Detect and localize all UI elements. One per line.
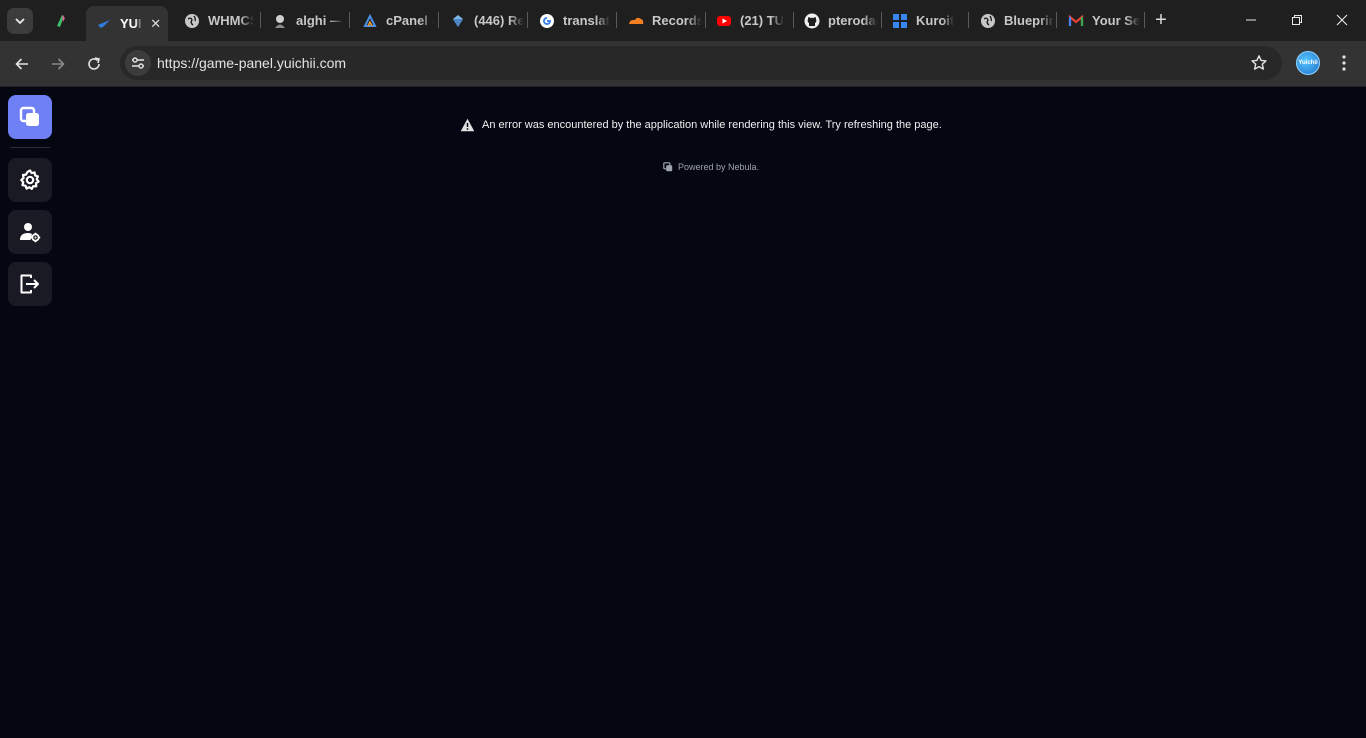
browser-toolbar: https://game-panel.yuichii.com Yuichii — [0, 41, 1366, 87]
tab-separator — [1056, 12, 1057, 28]
url-text[interactable]: https://game-panel.yuichii.com — [157, 55, 346, 71]
tab-separator — [968, 12, 969, 28]
forward-button[interactable] — [44, 50, 72, 78]
minimize-button[interactable] — [1238, 8, 1264, 32]
tab-youtube[interactable]: (21) TU — [706, 6, 790, 35]
error-message: An error was encountered by the applicat… — [482, 119, 942, 131]
tab-title: cPanel - — [386, 13, 434, 28]
pinned-favicon-icon — [57, 15, 65, 27]
tab-title: Kuroit — [916, 13, 955, 28]
tab-cpanel[interactable]: cPanel - — [352, 6, 434, 35]
tab-records[interactable]: Records — [618, 6, 702, 35]
browser-menu-button[interactable] — [1333, 51, 1355, 75]
kuroit-icon — [892, 13, 908, 29]
arrow-left-icon — [15, 58, 28, 70]
close-icon[interactable]: ✕ — [148, 16, 164, 32]
tab-blueprint[interactable]: Blueprin — [970, 6, 1054, 35]
close-icon — [1336, 14, 1348, 26]
nebula-logo-icon — [663, 162, 673, 172]
layers-icon — [19, 106, 39, 126]
globe-icon — [184, 13, 200, 29]
sidebar-item-settings[interactable] — [8, 158, 52, 202]
arrow-right-icon — [52, 58, 65, 70]
youtube-icon — [716, 13, 732, 29]
profile-label: Yuichii — [1298, 60, 1318, 66]
tab-title: alghi — — [296, 13, 343, 28]
tab-separator — [438, 12, 439, 28]
minimize-icon — [1246, 19, 1256, 21]
page-content: An error was encountered by the applicat… — [0, 87, 1366, 738]
tab-title: (446) Re — [474, 13, 524, 28]
gmail-icon — [1068, 13, 1084, 29]
tab-title: pterodac — [828, 13, 878, 28]
more-vertical-icon — [1342, 55, 1346, 71]
globe-icon — [980, 13, 996, 29]
cpanel-icon — [362, 13, 378, 29]
restore-button[interactable] — [1284, 8, 1310, 32]
gem-icon — [450, 13, 466, 29]
tab-gmail[interactable]: Your Se — [1058, 6, 1142, 35]
logout-icon — [20, 274, 39, 294]
profile-avatar[interactable]: Yuichii — [1296, 51, 1320, 75]
tab-title: translat — [563, 13, 610, 28]
tab-title: YUI — [120, 16, 142, 31]
sidebar-item-account[interactable] — [8, 210, 52, 254]
gear-icon — [20, 169, 40, 190]
tab-separator — [349, 12, 350, 28]
tab-446[interactable]: (446) Re — [440, 6, 524, 35]
tab-title: Records — [652, 13, 702, 28]
cloudflare-icon — [628, 13, 644, 29]
sidebar-item-home[interactable] — [8, 95, 52, 139]
close-window-button[interactable] — [1329, 8, 1355, 32]
reload-button[interactable] — [80, 50, 108, 78]
github-icon — [804, 13, 820, 29]
user-cog-icon — [20, 223, 41, 243]
tab-title: (21) TU — [740, 13, 785, 28]
footer-powered-by: Powered by Nebula. — [663, 162, 759, 172]
avatar-icon — [272, 13, 288, 29]
tab-title: Blueprin — [1004, 13, 1054, 28]
google-icon — [539, 13, 555, 29]
tab-translate[interactable]: translat — [529, 6, 613, 35]
tab-separator — [260, 12, 261, 28]
tab-strip: YUI ✕ WHMCS alghi — cPanel - (446) Re tr… — [0, 0, 1366, 41]
pinned-tab[interactable] — [46, 7, 76, 35]
tab-pterodactyl[interactable]: pterodac — [794, 6, 878, 35]
powered-by-text[interactable]: Powered by Nebula. — [678, 162, 759, 172]
tab-whmcs[interactable]: WHMCS — [174, 6, 254, 35]
restore-icon — [1292, 15, 1302, 25]
tab-alghi[interactable]: alghi — — [262, 6, 346, 35]
chevron-down-icon — [15, 18, 25, 25]
tab-title: WHMCS — [208, 13, 254, 28]
sidebar-item-logout[interactable] — [8, 262, 52, 306]
back-button[interactable] — [8, 50, 36, 78]
new-tab-button[interactable]: + — [1151, 10, 1171, 30]
tab-separator — [527, 12, 528, 28]
reload-icon — [88, 57, 100, 70]
error-alert: An error was encountered by the applicat… — [460, 117, 942, 133]
tune-icon — [132, 57, 144, 69]
bookmark-star-icon[interactable] — [1250, 54, 1268, 72]
tab-search-button[interactable] — [7, 8, 33, 34]
tab-separator — [616, 12, 617, 28]
yuichii-icon — [96, 16, 112, 32]
sidebar-divider — [10, 147, 50, 148]
warning-icon — [460, 118, 475, 132]
tab-yui[interactable]: YUI ✕ — [86, 6, 168, 41]
site-info-button[interactable] — [125, 50, 151, 76]
address-bar[interactable]: https://game-panel.yuichii.com — [120, 46, 1282, 80]
tab-title: Your Se — [1092, 13, 1141, 28]
tab-kuroit[interactable]: Kuroit — [882, 6, 966, 35]
tab-separator — [1144, 12, 1145, 28]
